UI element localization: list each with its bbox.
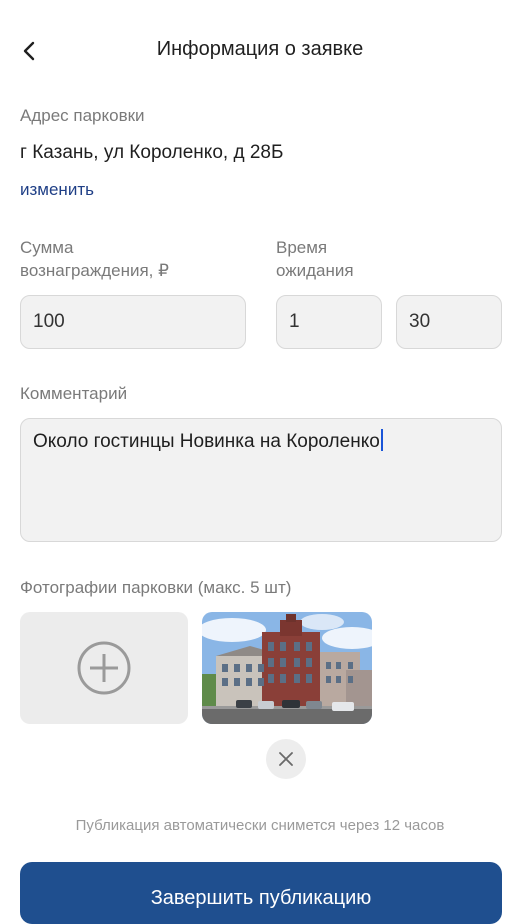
wait-time-label-line1: Время	[276, 238, 328, 257]
address-label: Адрес парковки	[20, 106, 145, 125]
wait-time-label: Время ожидания	[276, 236, 354, 282]
header: Информация о заявке	[0, 0, 520, 100]
address-value: г Казань, ул Короленко, д 28Б	[20, 142, 284, 163]
reward-label-line1: Сумма	[20, 238, 74, 257]
close-icon	[279, 752, 293, 766]
plus-circle-icon	[77, 641, 131, 695]
comment-text: Около гостинцы Новинка на Короленко	[33, 431, 380, 452]
reward-label: Сумма вознаграждения, ₽	[20, 236, 169, 282]
parking-photo-image	[202, 612, 372, 724]
finish-publication-label: Завершить публикацию	[150, 887, 372, 909]
add-photo-button[interactable]	[20, 612, 188, 724]
photos-label: Фотографии парковки (макс. 5 шт)	[20, 578, 292, 597]
reward-label-line2: вознаграждения, ₽	[20, 261, 169, 280]
comment-textarea[interactable]: Около гостинцы Новинка на Короленко	[20, 418, 502, 542]
page-title: Информация о заявке	[156, 38, 364, 60]
finish-publication-button[interactable]: Завершить публикацию	[20, 862, 502, 924]
text-caret	[380, 429, 383, 451]
auto-unpublish-note: Публикация автоматически снимется через …	[75, 817, 445, 834]
wait-time-label-line2: ожидания	[276, 261, 354, 280]
wait-minutes-input[interactable]	[396, 295, 502, 349]
parking-photo[interactable]	[202, 612, 372, 724]
reward-input[interactable]	[20, 295, 246, 349]
change-address-link[interactable]: изменить	[20, 180, 94, 200]
wait-hours-input[interactable]	[276, 295, 382, 349]
remove-photo-button[interactable]	[266, 739, 306, 779]
comment-label: Комментарий	[20, 384, 128, 403]
